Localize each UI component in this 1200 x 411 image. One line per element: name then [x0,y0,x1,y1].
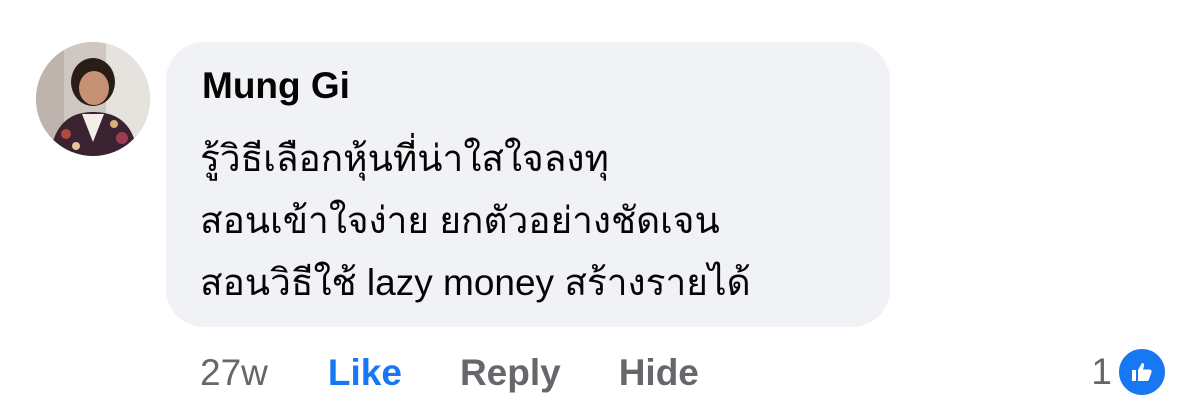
comment-body: รู้วิธีเลือกหุ้นที่น่าใสใจลงทุ สอนเข้าใจ… [200,128,880,314]
comment: Mung Gi รู้วิธีเลือกหุ้นที่น่าใสใจลงทุ ส… [0,0,1200,411]
reaction-count: 1 [1091,351,1112,392]
reaction-summary[interactable]: 1 [1091,346,1168,398]
comment-author[interactable]: Mung Gi [202,64,350,108]
thumbs-up-icon [1116,346,1168,398]
hide-button[interactable]: Hide [619,352,699,394]
avatar[interactable] [36,42,150,156]
comment-line: รู้วิธีเลือกหุ้นที่น่าใสใจลงทุ [200,138,609,179]
comment-timestamp[interactable]: 27w [200,352,268,394]
comment-actions: 27w Like Reply Hide [200,348,757,398]
comment-bubble: Mung Gi รู้วิธีเลือกหุ้นที่น่าใสใจลงทุ ส… [166,42,890,327]
like-button[interactable]: Like [328,352,402,394]
user-avatar-photo [36,42,150,156]
comment-line: สอนเข้าใจง่าย ยกตัวอย่างชัดเจน [200,200,720,241]
reply-button[interactable]: Reply [460,352,561,394]
comment-line: สอนวิธีใช้ lazy money สร้างรายได้ [200,262,751,303]
